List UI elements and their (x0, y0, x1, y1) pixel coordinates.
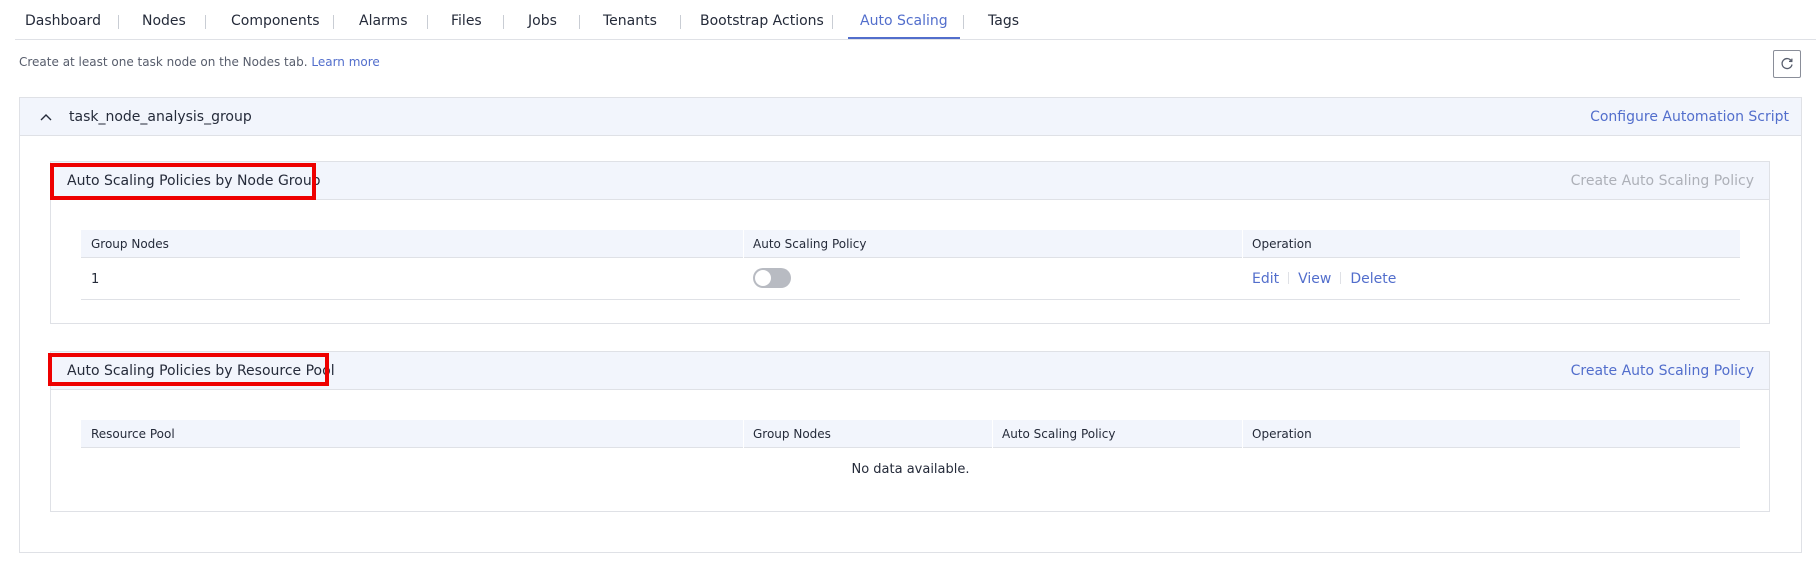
group-nodes-value: 1 (91, 272, 100, 287)
tab-divider (503, 15, 504, 29)
column-divider (1242, 230, 1243, 258)
tab-divider (680, 15, 681, 29)
column-divider (743, 420, 744, 448)
table-header: Resource Pool Group Nodes Auto Scaling P… (81, 420, 1740, 448)
tab-components[interactable]: Components (231, 0, 320, 40)
auto-scaling-policy-toggle[interactable] (753, 268, 791, 288)
column-auto-scaling-policy: Auto Scaling Policy (753, 237, 867, 251)
tab-divider (333, 15, 334, 29)
refresh-button[interactable] (1773, 50, 1801, 78)
hint-message: Create at least one task node on the Nod… (19, 55, 308, 69)
table-header: Group Nodes Auto Scaling Policy Operatio… (81, 230, 1740, 258)
column-auto-scaling-policy: Auto Scaling Policy (1002, 427, 1116, 441)
highlight-box (50, 163, 316, 200)
create-auto-scaling-policy-button[interactable]: Create Auto Scaling Policy (1571, 173, 1754, 189)
operation-divider (1288, 272, 1290, 284)
tab-bootstrap-actions[interactable]: Bootstrap Actions (700, 0, 824, 40)
create-resource-pool-policy-button[interactable]: Create Auto Scaling Policy (1571, 363, 1754, 379)
column-group-nodes: Group Nodes (753, 427, 831, 441)
learn-more-link[interactable]: Learn more (311, 55, 379, 69)
operation-divider (1340, 272, 1342, 284)
tab-dashboard[interactable]: Dashboard (25, 0, 101, 40)
tab-divider (579, 15, 580, 29)
tab-divider (118, 15, 119, 29)
node-group-name: task_node_analysis_group (69, 109, 252, 125)
view-button[interactable]: View (1298, 271, 1331, 287)
tab-nodes[interactable]: Nodes (142, 0, 186, 40)
tab-divider (427, 15, 428, 29)
row-operations: Edit View Delete (1252, 271, 1396, 287)
highlight-box (48, 353, 329, 386)
tab-jobs[interactable]: Jobs (528, 0, 557, 40)
tab-divider (963, 15, 964, 29)
empty-state-text: No data available. (851, 462, 970, 477)
chevron-up-icon[interactable] (38, 110, 54, 124)
toggle-knob (755, 270, 771, 286)
hint-text: Create at least one task node on the Nod… (19, 55, 380, 69)
column-divider (743, 230, 744, 258)
column-operation: Operation (1252, 237, 1312, 251)
tab-divider (205, 15, 206, 29)
column-operation: Operation (1252, 427, 1312, 441)
tab-alarms[interactable]: Alarms (359, 0, 408, 40)
edit-button[interactable]: Edit (1252, 271, 1279, 287)
column-group-nodes: Group Nodes (91, 237, 169, 251)
table-row: 1 Edit View Delete (81, 258, 1740, 300)
tab-bar: Dashboard Nodes Components Alarms Files … (15, 0, 1816, 40)
tab-files[interactable]: Files (451, 0, 482, 40)
tab-tags[interactable]: Tags (988, 0, 1019, 40)
column-divider (1242, 420, 1243, 448)
configure-automation-script-link[interactable]: Configure Automation Script (1590, 109, 1789, 125)
refresh-icon (1781, 57, 1793, 70)
tab-auto-scaling[interactable]: Auto Scaling (848, 0, 960, 40)
tab-tenants[interactable]: Tenants (603, 0, 657, 40)
node-group-header: task_node_analysis_group Configure Autom… (20, 98, 1801, 136)
column-divider (992, 420, 993, 448)
delete-button[interactable]: Delete (1350, 271, 1396, 287)
column-resource-pool: Resource Pool (91, 427, 175, 441)
tab-divider (832, 15, 833, 29)
